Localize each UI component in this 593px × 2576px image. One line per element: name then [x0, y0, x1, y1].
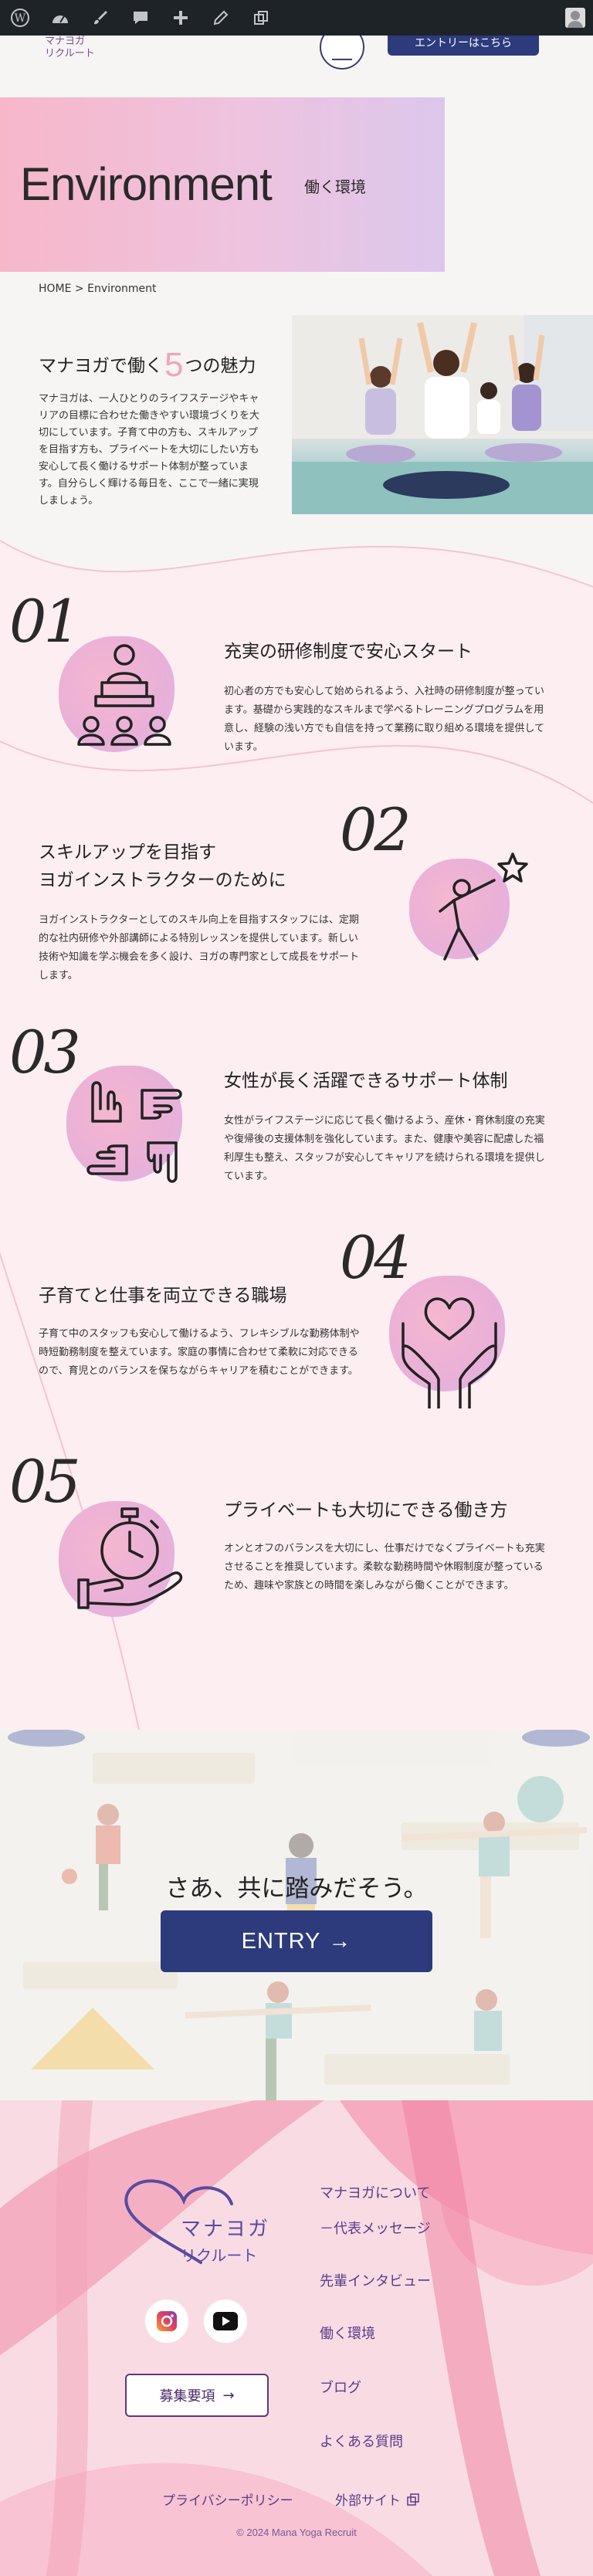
feature-number-04: 04 — [340, 1223, 412, 1292]
footer-logo-line2: リクルート — [181, 2246, 258, 2265]
feature-title-03: 女性が長く活躍できるサポート体制 — [224, 1071, 508, 1091]
external-link-icon — [407, 2493, 419, 2506]
customize-icon[interactable] — [80, 0, 120, 36]
feature-number-03: 03 — [9, 1018, 81, 1086]
footer-logo-text[interactable]: マナヨガ リクルート — [181, 2216, 270, 2269]
feature-text-04: 子育て中のスタッフも安心して働けるよう、フレキシブルな勤務体制や時短勤務制度を整… — [39, 1328, 360, 1377]
edit-icon[interactable] — [201, 0, 241, 36]
intro-text: マナヨガは、一人ひとりのライフステージやキャリアの目標に合わせた働きやすい環境づ… — [39, 393, 260, 507]
instagram-icon[interactable] — [145, 2300, 188, 2343]
feature-text-05: オンとオフのバランスを大切にし、仕事だけでなくプライベートも充実させることを推奨… — [224, 1543, 545, 1591]
dashboard-icon[interactable] — [40, 0, 80, 36]
admin-bar: W — [0, 0, 593, 36]
feature-title-01: 充実の研修制度で安心スタート — [224, 642, 473, 662]
teamwork-hands-icon — [86, 1081, 182, 1183]
intro-title-number: 5 — [164, 346, 184, 384]
page-title: Environment — [20, 158, 273, 210]
header-logo-line2: リクルート — [45, 48, 95, 59]
entry-heading: さあ、共に踏みだそう。 — [165, 1875, 428, 1903]
recruitment-button[interactable]: 募集要項 → — [125, 2374, 269, 2417]
privacy-policy-link[interactable]: プライバシーポリシー — [162, 2490, 293, 2509]
achievement-icon — [439, 852, 528, 961]
feature-title-05: プライベートも大切にできる働き方 — [224, 1500, 508, 1520]
wordpress-icon[interactable]: W — [0, 0, 40, 36]
site-header: マナヨガ リクルート エントリーはこちら — [0, 25, 593, 69]
entry-button[interactable]: ENTRY → — [161, 1910, 432, 1972]
feature-title-04: 子育てと仕事を両立できる職場 — [39, 1286, 287, 1306]
footer-link-message[interactable]: －代表メッセージ — [320, 2218, 431, 2238]
external-site-link[interactable]: 外部サイト — [335, 2490, 419, 2509]
footer-brush-background — [0, 2100, 593, 2576]
copyright: © 2024 Mana Yoga Recruit — [236, 2527, 357, 2538]
recruitment-button-label: 募集要項 — [159, 2388, 215, 2405]
feature-title-02: スキルアップを目指す ヨガインストラクターのために — [39, 842, 286, 890]
header-logo[interactable]: マナヨガ リクルート — [45, 36, 95, 60]
avatar — [565, 8, 585, 28]
feature-text-01: 初心者の方でも安心して始められるよう、入社時の研修制度が整っています。基礎から実… — [224, 686, 544, 753]
yoga-class-photo — [292, 315, 593, 514]
hamburger-icon — [332, 59, 352, 60]
youtube-icon[interactable] — [204, 2300, 247, 2343]
presentation-icon — [77, 644, 171, 746]
footer-link-environment[interactable]: 働く環境 — [320, 2323, 375, 2343]
entry-button-label: ENTRY — [241, 1928, 321, 1954]
footer-link-about[interactable]: マナヨガについて — [320, 2182, 430, 2202]
intro-title: マナヨガで働く5つの魅力 — [39, 346, 256, 385]
arrow-right-icon: → — [222, 2387, 235, 2404]
account-menu[interactable] — [557, 0, 593, 36]
feature-number-02: 02 — [340, 795, 412, 864]
footer-link-interview[interactable]: 先輩インタビュー — [320, 2270, 431, 2290]
breadcrumb[interactable]: HOME > Environment — [39, 283, 157, 295]
arrow-right-icon: → — [328, 1928, 352, 1954]
feature-number-05: 05 — [9, 1447, 81, 1516]
footer-link-blog[interactable]: ブログ — [320, 2377, 361, 2397]
feature-number-01: 01 — [9, 587, 81, 656]
footer — [0, 2100, 593, 2576]
heart-hands-icon — [402, 1297, 497, 1408]
svg-text:W: W — [15, 12, 26, 25]
header-logo-line1: マナヨガ — [45, 36, 86, 47]
feature-text-02: ヨガインストラクターとしてのスキル向上を目指すスタッフには、定期的な社内研修や外… — [39, 914, 359, 981]
comments-icon[interactable] — [120, 0, 161, 36]
external-site-label: 外部サイト — [335, 2493, 401, 2509]
intro-title-pre: マナヨガで働く — [39, 356, 163, 376]
stopwatch-hand-icon — [77, 1507, 183, 1609]
intro-title-post: つの魅力 — [185, 356, 256, 376]
duplicate-icon[interactable] — [241, 0, 281, 36]
footer-logo-line1: マナヨガ — [181, 2218, 271, 2241]
footer-link-faq[interactable]: よくある質問 — [320, 2431, 403, 2451]
new-content-icon[interactable] — [161, 0, 201, 36]
feature-text-03: 女性がライフステージに応じて長く働けるよう、産休・育休制度の充実や復帰後の支援体… — [224, 1115, 545, 1182]
page-subtitle: 働く環境 — [304, 178, 366, 196]
